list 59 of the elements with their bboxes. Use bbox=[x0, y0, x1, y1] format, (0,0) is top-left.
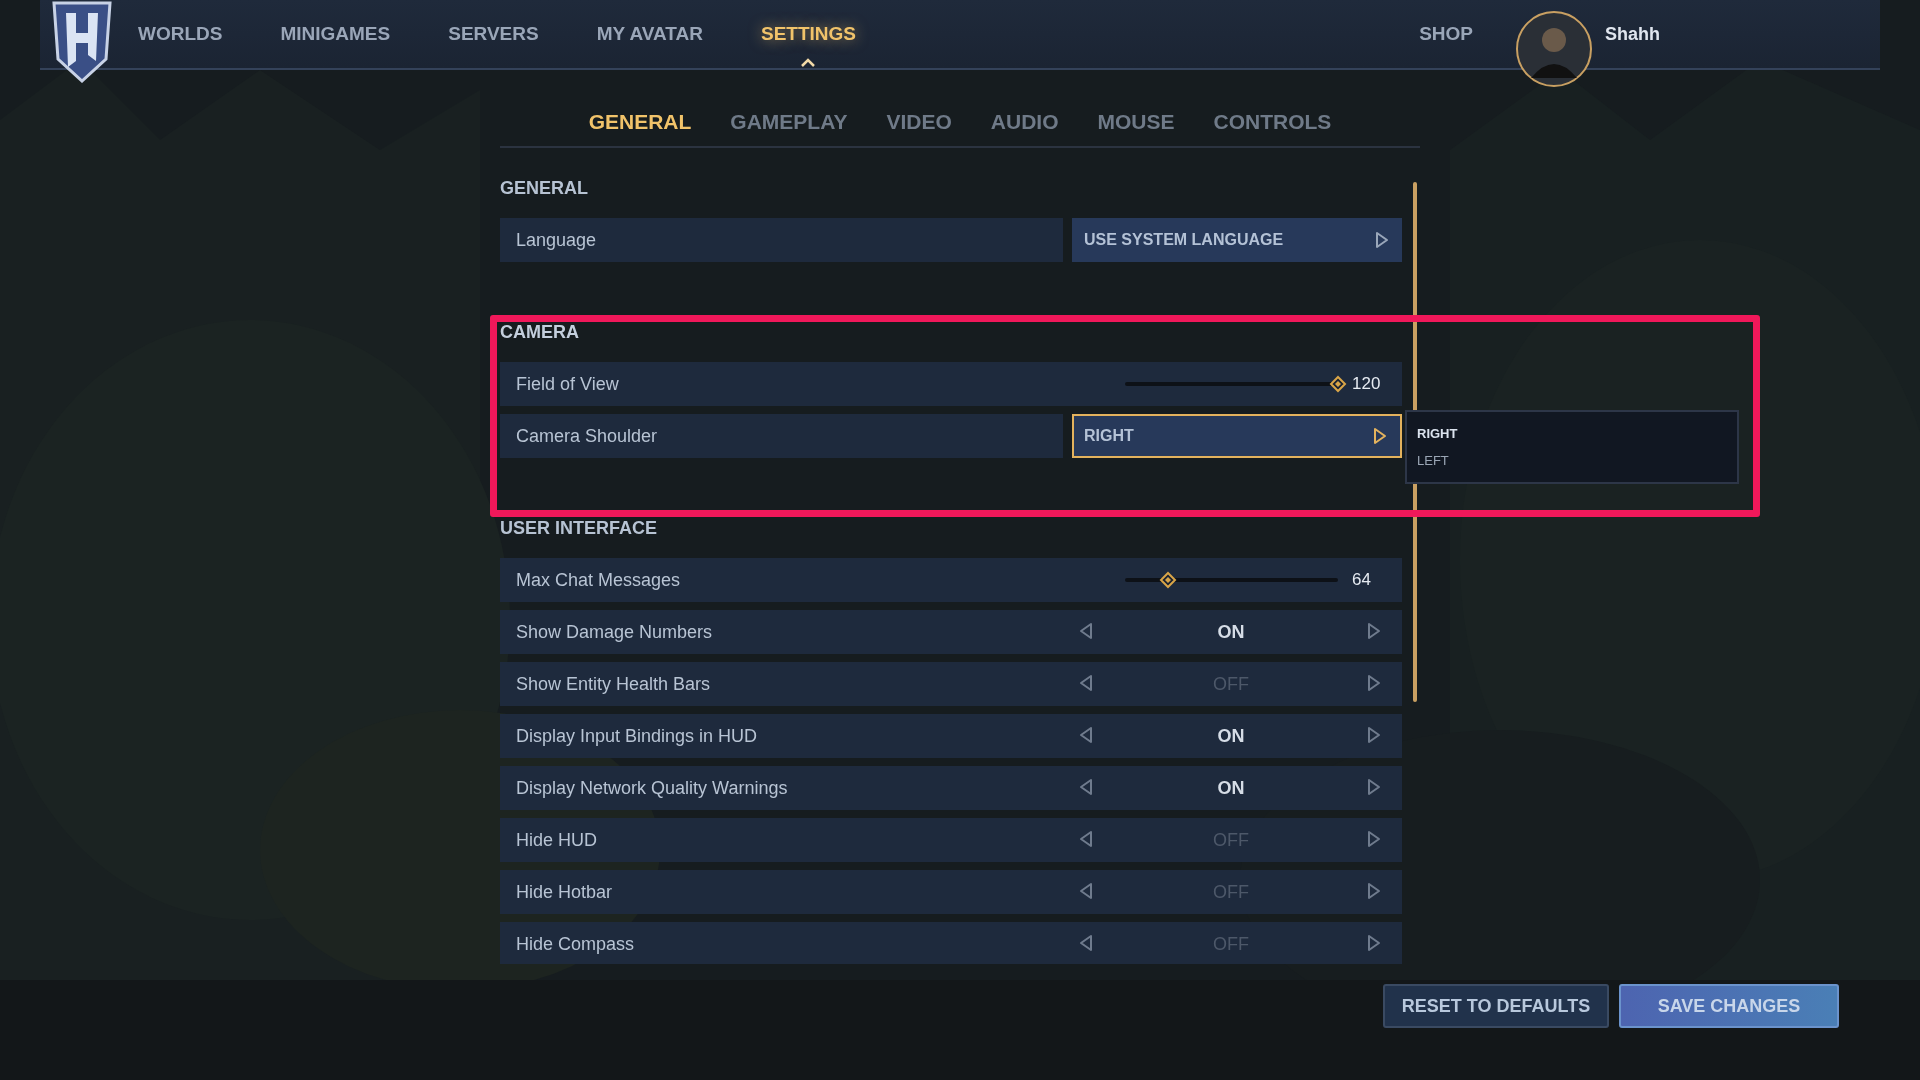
left-arrow-icon bbox=[1078, 882, 1094, 900]
select-button[interactable]: RIGHT bbox=[1072, 414, 1402, 458]
right-arrow-icon bbox=[1366, 830, 1382, 848]
nav-link[interactable]: WORLDS bbox=[138, 23, 223, 45]
right-arrow-icon bbox=[1366, 882, 1382, 900]
section-heading: GENERAL bbox=[500, 178, 589, 200]
setting-label: Display Network Quality Warnings bbox=[516, 777, 789, 799]
right-arrow-icon bbox=[1366, 674, 1382, 692]
toggle-value: ON bbox=[1216, 777, 1246, 799]
section-heading: USER INTERFACE bbox=[500, 518, 659, 540]
toggle-value: ON bbox=[1216, 725, 1246, 747]
select-button[interactable]: USE SYSTEM LANGUAGE bbox=[1072, 218, 1402, 262]
settings-tab[interactable]: VIDEO bbox=[886, 110, 952, 134]
avatar[interactable] bbox=[1515, 10, 1593, 88]
user-name[interactable]: Shahh bbox=[1605, 23, 1660, 45]
slider-value: 64 bbox=[1352, 570, 1372, 590]
right-arrow-icon bbox=[1366, 726, 1382, 744]
left-arrow-icon bbox=[1078, 830, 1094, 848]
settings-tab[interactable]: GENERAL bbox=[588, 110, 692, 134]
settings-tab[interactable]: GAMEPLAY bbox=[730, 110, 848, 134]
dropdown-option[interactable]: LEFT bbox=[1407, 447, 1737, 474]
setting-label: Language bbox=[500, 218, 1063, 262]
shop-link[interactable]: SHOP bbox=[1419, 23, 1473, 45]
slider-value: 120 bbox=[1352, 374, 1382, 394]
nav-link[interactable]: SETTINGS bbox=[760, 23, 856, 45]
play-arrow-icon bbox=[1374, 231, 1390, 249]
setting-label: Camera Shoulder bbox=[500, 414, 1063, 458]
chevron-up-icon bbox=[800, 57, 817, 67]
setting-label: Hide Hotbar bbox=[516, 881, 614, 903]
nav-link[interactable]: MY AVATAR bbox=[596, 23, 703, 45]
setting-label: Field of View bbox=[516, 373, 620, 395]
right-arrow-icon bbox=[1366, 778, 1382, 796]
left-arrow-icon bbox=[1078, 674, 1094, 692]
left-arrow-icon bbox=[1078, 622, 1094, 640]
setting-label: Display Input Bindings in HUD bbox=[516, 725, 759, 747]
right-arrow-icon bbox=[1366, 622, 1382, 640]
settings-tab[interactable]: CONTROLS bbox=[1213, 110, 1332, 134]
play-arrow-icon bbox=[1372, 427, 1388, 445]
right-arrow-icon bbox=[1366, 934, 1382, 952]
dropdown-option[interactable]: RIGHT bbox=[1407, 420, 1737, 447]
save-button[interactable]: SAVE CHANGES bbox=[1619, 984, 1839, 1028]
slider-thumb[interactable] bbox=[1158, 571, 1177, 589]
shield-logo-icon[interactable] bbox=[50, 0, 114, 83]
setting-label: Show Damage Numbers bbox=[516, 621, 714, 643]
left-arrow-icon bbox=[1078, 778, 1094, 796]
nav-link[interactable]: MINIGAMES bbox=[280, 23, 391, 45]
left-arrow-icon bbox=[1078, 726, 1094, 744]
left-arrow-icon bbox=[1078, 934, 1094, 952]
settings-tab[interactable]: MOUSE bbox=[1097, 110, 1175, 134]
reset-button[interactable]: RESET TO DEFAULTS bbox=[1383, 984, 1609, 1028]
setting-label: Hide HUD bbox=[516, 829, 599, 851]
setting-label: Show Entity Health Bars bbox=[516, 673, 712, 695]
slider-thumb[interactable] bbox=[1329, 375, 1347, 393]
toggle-value: ON bbox=[1216, 621, 1246, 643]
settings-tab[interactable]: AUDIO bbox=[990, 110, 1059, 134]
nav-link[interactable]: SERVERS bbox=[448, 23, 539, 45]
section-heading: CAMERA bbox=[500, 322, 580, 344]
setting-label: Hide Compass bbox=[516, 933, 636, 955]
setting-label: Max Chat Messages bbox=[516, 569, 682, 591]
